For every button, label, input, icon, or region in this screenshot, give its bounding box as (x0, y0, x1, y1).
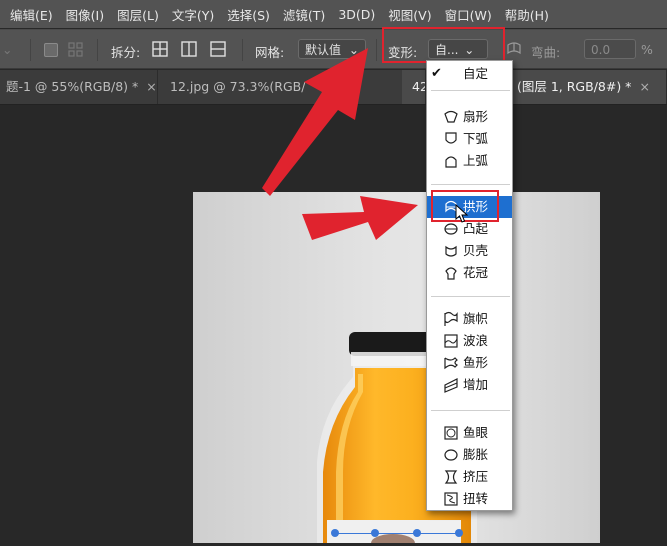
warp-style-menu: ✔ 自定 扇形 下弧 上弧 拱形 凸起 贝壳 花冠 旗帜 波浪 鱼形 增加 鱼眼… (426, 60, 513, 511)
arc-icon (443, 109, 459, 125)
menu-item-label: 花冠 (463, 265, 489, 280)
fish-icon (443, 355, 459, 371)
arrow-right-icon (302, 196, 418, 240)
menu-item-custom[interactable]: ✔ 自定 (427, 63, 512, 85)
menu-item-flower[interactable]: 花冠 (427, 262, 512, 284)
divider (431, 90, 510, 91)
menu-item-label: 扭转 (463, 491, 489, 506)
arc-upper-icon (443, 153, 459, 169)
flower-icon (443, 265, 459, 281)
menu-item-rise[interactable]: 增加 (427, 374, 512, 396)
checkmark-icon: ✔ (431, 66, 442, 81)
menu-item-label: 膨胀 (463, 447, 489, 462)
menu-item-inflate[interactable]: 膨胀 (427, 444, 512, 466)
menu-item-fish[interactable]: 鱼形 (427, 352, 512, 374)
menu-item-label: 自定 (463, 66, 489, 81)
menu-item-label: 波浪 (463, 333, 489, 348)
arrow-up-icon (262, 48, 368, 196)
menu-item-label: 贝壳 (463, 243, 489, 258)
menu-item-label: 挤压 (463, 469, 489, 484)
menu-item-arc[interactable]: 扇形 (427, 106, 512, 128)
menu-item-label: 扇形 (463, 109, 489, 124)
divider (431, 296, 510, 297)
menu-item-wave[interactable]: 波浪 (427, 330, 512, 352)
twist-icon (443, 491, 459, 507)
menu-item-fisheye[interactable]: 鱼眼 (427, 422, 512, 444)
flag-icon (443, 311, 459, 327)
inflate-icon (443, 447, 459, 463)
divider (431, 184, 510, 185)
menu-item-label: 下弧 (463, 131, 489, 146)
menu-item-shell[interactable]: 贝壳 (427, 240, 512, 262)
fisheye-icon (443, 425, 459, 441)
menu-item-label: 上弧 (463, 153, 489, 168)
cursor-icon (455, 204, 469, 223)
menu-item-squeeze[interactable]: 挤压 (427, 466, 512, 488)
menu-item-label: 鱼形 (463, 355, 489, 370)
menu-item-label: 旗帜 (463, 311, 489, 326)
menu-item-label: 增加 (463, 377, 489, 392)
arc-lower-icon (443, 131, 459, 147)
menu-item-label: 鱼眼 (463, 425, 489, 440)
divider (431, 410, 510, 411)
menu-item-arc-upper[interactable]: 上弧 (427, 150, 512, 172)
squeeze-icon (443, 469, 459, 485)
annotation-arrows (262, 48, 418, 240)
menu-item-twist[interactable]: 扭转 (427, 488, 512, 510)
wave-icon (443, 333, 459, 349)
menu-item-arc-lower[interactable]: 下弧 (427, 128, 512, 150)
rise-icon (443, 377, 459, 393)
shell-icon (443, 243, 459, 259)
menu-item-flag[interactable]: 旗帜 (427, 308, 512, 330)
